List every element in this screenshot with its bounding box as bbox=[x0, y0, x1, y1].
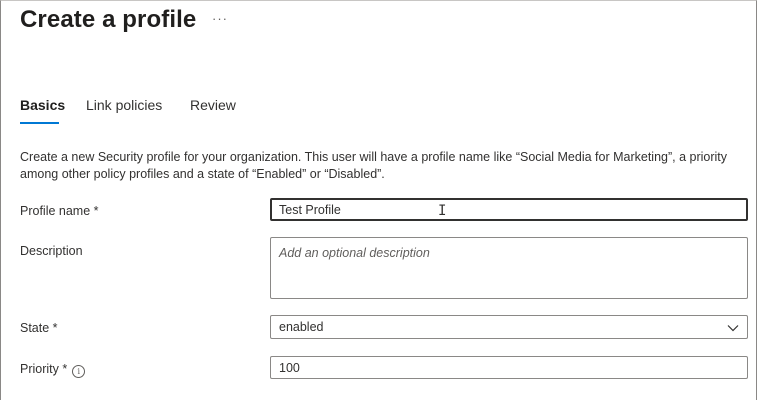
blade-panel: Create a profile ··· Basics Link policie… bbox=[0, 0, 757, 400]
active-tab-indicator bbox=[20, 122, 59, 124]
state-selected-value: enabled bbox=[279, 320, 324, 334]
priority-input[interactable]: 100 bbox=[270, 356, 748, 379]
profile-name-label: Profile name * bbox=[20, 204, 99, 218]
form-description: Create a new Security profile for your o… bbox=[20, 150, 728, 181]
tab-basics[interactable]: Basics bbox=[20, 97, 65, 113]
chevron-down-icon[interactable] bbox=[727, 322, 739, 334]
page-title: Create a profile bbox=[20, 6, 197, 33]
tab-link-policies[interactable]: Link policies bbox=[86, 97, 162, 113]
state-label: State * bbox=[20, 321, 58, 335]
text-cursor-icon: I bbox=[438, 203, 447, 219]
state-dropdown[interactable]: enabled bbox=[270, 315, 748, 339]
description-placeholder: Add an optional description bbox=[279, 246, 430, 260]
more-options-button[interactable]: ··· bbox=[212, 11, 228, 26]
description-label: Description bbox=[20, 244, 83, 258]
info-icon[interactable]: i bbox=[72, 365, 86, 378]
priority-value: 100 bbox=[279, 360, 300, 375]
description-textarea[interactable]: Add an optional description bbox=[270, 237, 748, 299]
profile-name-value: Test Profile bbox=[279, 202, 341, 217]
priority-label-wrap: Priority * i bbox=[20, 362, 86, 378]
profile-name-input[interactable]: Test Profile I bbox=[270, 198, 748, 221]
priority-label: Priority * bbox=[20, 362, 68, 376]
tab-review[interactable]: Review bbox=[190, 97, 236, 113]
